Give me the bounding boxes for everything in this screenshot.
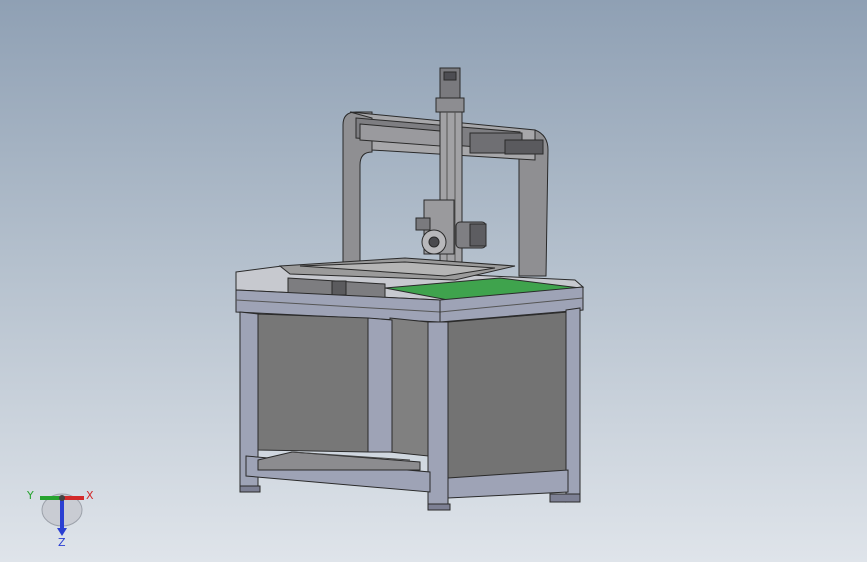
axis-triad: X Y Z — [26, 489, 94, 549]
model-view[interactable]: X Y Z — [0, 0, 867, 562]
table-frame[interactable] — [239, 307, 581, 511]
triad-z-label: Z — [58, 536, 66, 549]
triad-y-label: Y — [26, 489, 34, 502]
z-axis-column[interactable] — [415, 67, 487, 263]
cad-viewport[interactable]: X Y Z — [0, 0, 867, 562]
triad-x-label: X — [86, 489, 94, 502]
